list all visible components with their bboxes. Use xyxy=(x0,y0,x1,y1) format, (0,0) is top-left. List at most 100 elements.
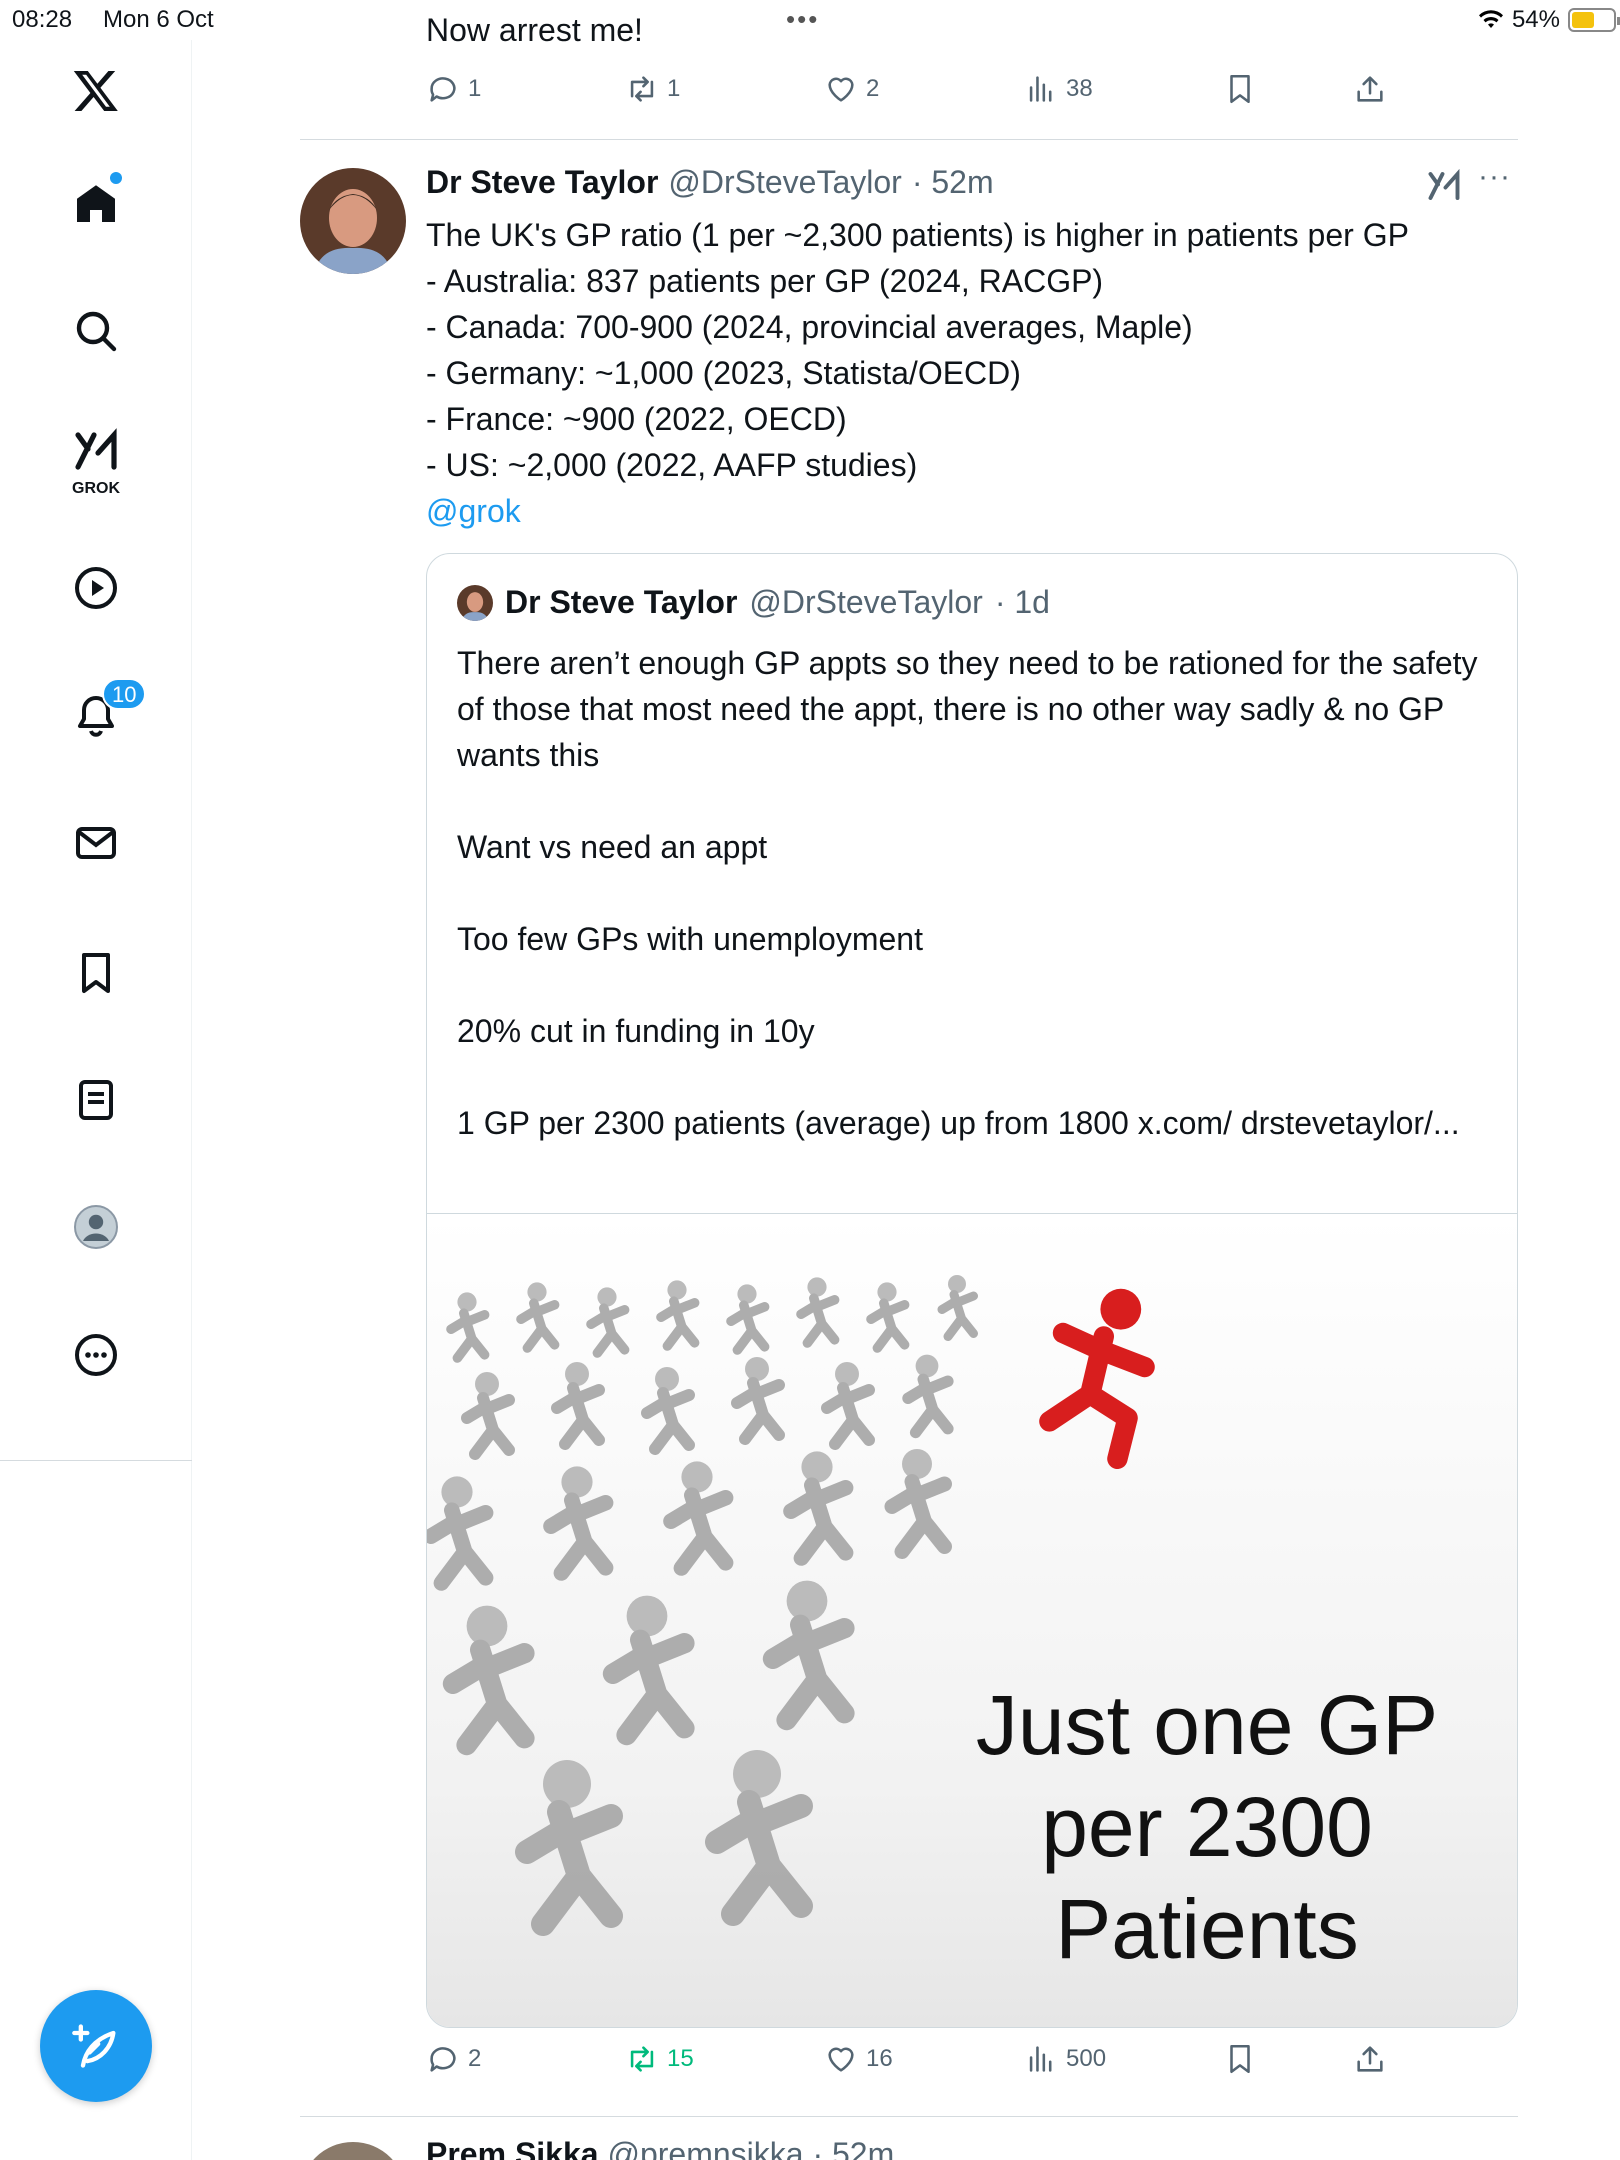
reply-count: 1 xyxy=(468,75,482,102)
reply-button[interactable]: 1 xyxy=(426,72,481,106)
home-unread-dot xyxy=(110,172,122,184)
quote-paragraph: Too few GPs with unemployment xyxy=(457,921,923,957)
next-tweet-avatar[interactable] xyxy=(300,2142,406,2160)
tweet-actions: 2 15 16 500 xyxy=(420,2042,1620,2092)
sidebar-item-video[interactable] xyxy=(56,548,136,628)
quote-author-handle: @DrSteveTaylor xyxy=(749,584,983,620)
like-count: 2 xyxy=(866,75,880,102)
quote-media-image[interactable]: Just one GP per 2300 Patients xyxy=(427,1213,1517,2027)
x-logo-icon[interactable] xyxy=(56,50,136,130)
grok-explain-button[interactable] xyxy=(1426,168,1462,209)
author-handle[interactable]: @DrSteveTaylor xyxy=(668,164,901,201)
grok-icon xyxy=(1428,168,1460,200)
sidebar-item-more[interactable] xyxy=(56,1315,136,1395)
compose-feather-icon xyxy=(72,2024,116,2068)
quote-header: Dr Steve Taylor @DrSteveTaylor · 1d xyxy=(457,584,1050,621)
sidebar-item-lists[interactable] xyxy=(56,1060,136,1140)
previous-tweet-actions: 1 1 2 38 xyxy=(420,72,1620,122)
sidebar-item-explore[interactable] xyxy=(56,291,136,371)
battery-percent: 54% xyxy=(1511,6,1560,33)
messages-icon xyxy=(76,827,116,859)
share-icon xyxy=(1357,2046,1383,2072)
heart-icon xyxy=(828,2047,854,2072)
lists-icon xyxy=(79,1080,113,1120)
previous-tweet-text: Now arrest me! xyxy=(426,12,643,48)
tweet-divider xyxy=(300,2116,1518,2117)
author-name[interactable]: Dr Steve Taylor xyxy=(426,164,658,201)
profile-icon xyxy=(74,1205,118,1249)
sidebar-item-messages[interactable] xyxy=(56,803,136,883)
tweet-divider xyxy=(300,139,1518,140)
grok-icon xyxy=(75,428,117,470)
views-icon xyxy=(1029,2046,1052,2072)
quote-avatar xyxy=(457,584,493,621)
grok-label: GROK xyxy=(72,480,120,497)
share-icon xyxy=(1357,76,1383,102)
mention-link[interactable]: @grok xyxy=(426,488,1409,534)
status-bar: 08:28 Mon 6 Oct ••• 54% xyxy=(0,0,1620,40)
tweet-line: - Australia: 837 patients per GP (2024, … xyxy=(426,263,1104,299)
bookmark-icon xyxy=(1230,74,1250,104)
views-button[interactable]: 38 xyxy=(1024,72,1093,106)
reply-icon xyxy=(430,2047,456,2072)
tweet-line: - Canada: 700-900 (2024, provincial aver… xyxy=(426,309,1193,345)
status-indicators: 54% xyxy=(1478,6,1620,34)
bookmark-icon xyxy=(1230,2044,1250,2074)
share-button[interactable] xyxy=(1353,72,1387,106)
views-button[interactable]: 500 xyxy=(1024,2042,1106,2076)
sidebar-item-notifications[interactable]: 10 xyxy=(56,676,147,756)
views-icon xyxy=(1029,76,1052,102)
tweet-line: - US: ~2,000 (2022, AAFP studies) xyxy=(426,447,918,483)
tweet-header: Dr Steve Taylor @DrSteveTaylor · 52m xyxy=(426,164,994,201)
like-button[interactable]: 16 xyxy=(824,2042,893,2076)
avatar[interactable] xyxy=(300,168,406,274)
multitasking-dots-icon[interactable]: ••• xyxy=(786,4,819,35)
image-caption: Just one GP per 2300 Patients xyxy=(975,1678,1439,1976)
battery-level-fill xyxy=(1572,12,1594,28)
bookmark-button[interactable] xyxy=(1223,2042,1257,2076)
repost-button[interactable]: 1 xyxy=(625,72,680,106)
tweet-more-options-icon[interactable]: ··· xyxy=(1478,160,1511,194)
reply-button[interactable]: 2 xyxy=(426,2042,481,2076)
quote-time: · 1d xyxy=(994,584,1050,620)
heart-icon xyxy=(828,77,854,102)
tweet-time[interactable]: · 52m xyxy=(912,164,994,201)
bookmark-button[interactable] xyxy=(1223,72,1257,106)
tweet-line: - Germany: ~1,000 (2023, Statista/OECD) xyxy=(426,355,1021,391)
quote-paragraph: There aren’t enough GP appts so they nee… xyxy=(457,645,1478,773)
compose-post-button[interactable] xyxy=(40,1990,152,2102)
sidebar-item-home[interactable] xyxy=(56,164,136,244)
quote-paragraph: 1 GP per 2300 patients (average) up from… xyxy=(457,1105,1460,1141)
next-author-handle[interactable]: @premnsikka xyxy=(607,2136,803,2160)
sidebar-divider xyxy=(0,1460,192,1461)
next-tweet-time[interactable]: · 52m xyxy=(812,2136,894,2160)
like-button[interactable]: 2 xyxy=(824,72,879,106)
sidebar-nav: GROK 10 xyxy=(0,40,192,2160)
bookmarks-icon xyxy=(82,953,110,993)
quote-paragraph: Want vs need an appt xyxy=(457,829,768,865)
repost-icon xyxy=(630,2046,654,2072)
quoted-tweet-card[interactable]: Dr Steve Taylor @DrSteveTaylor · 1d Ther… xyxy=(426,553,1518,2028)
tweet-text: The UK's GP ratio (1 per ~2,300 patients… xyxy=(426,212,1409,534)
notifications-badge: 10 xyxy=(102,678,147,710)
quote-author-name: Dr Steve Taylor xyxy=(505,584,738,620)
reply-count: 2 xyxy=(468,2045,482,2072)
reply-icon xyxy=(430,77,456,102)
quote-text: There aren’t enough GP appts so they nee… xyxy=(457,640,1497,1146)
next-author-name[interactable]: Prem Sikka xyxy=(426,2136,599,2160)
tweet-line: - France: ~900 (2022, OECD) xyxy=(426,401,847,437)
repost-count: 1 xyxy=(667,75,681,102)
views-count: 38 xyxy=(1066,75,1093,102)
search-icon xyxy=(76,311,117,352)
share-button[interactable] xyxy=(1353,2042,1387,2076)
wifi-icon xyxy=(1478,10,1503,28)
quote-paragraph: 20% cut in funding in 10y xyxy=(457,1013,815,1049)
sidebar-item-profile[interactable] xyxy=(56,1187,136,1267)
sidebar-item-bookmarks[interactable] xyxy=(56,933,136,1013)
sidebar-item-grok[interactable]: GROK xyxy=(56,420,136,500)
video-icon xyxy=(75,567,117,609)
more-icon xyxy=(75,1334,117,1376)
battery-icon xyxy=(1568,8,1620,32)
status-date: Mon 6 Oct xyxy=(103,6,214,33)
repost-button[interactable]: 15 xyxy=(625,2042,694,2076)
